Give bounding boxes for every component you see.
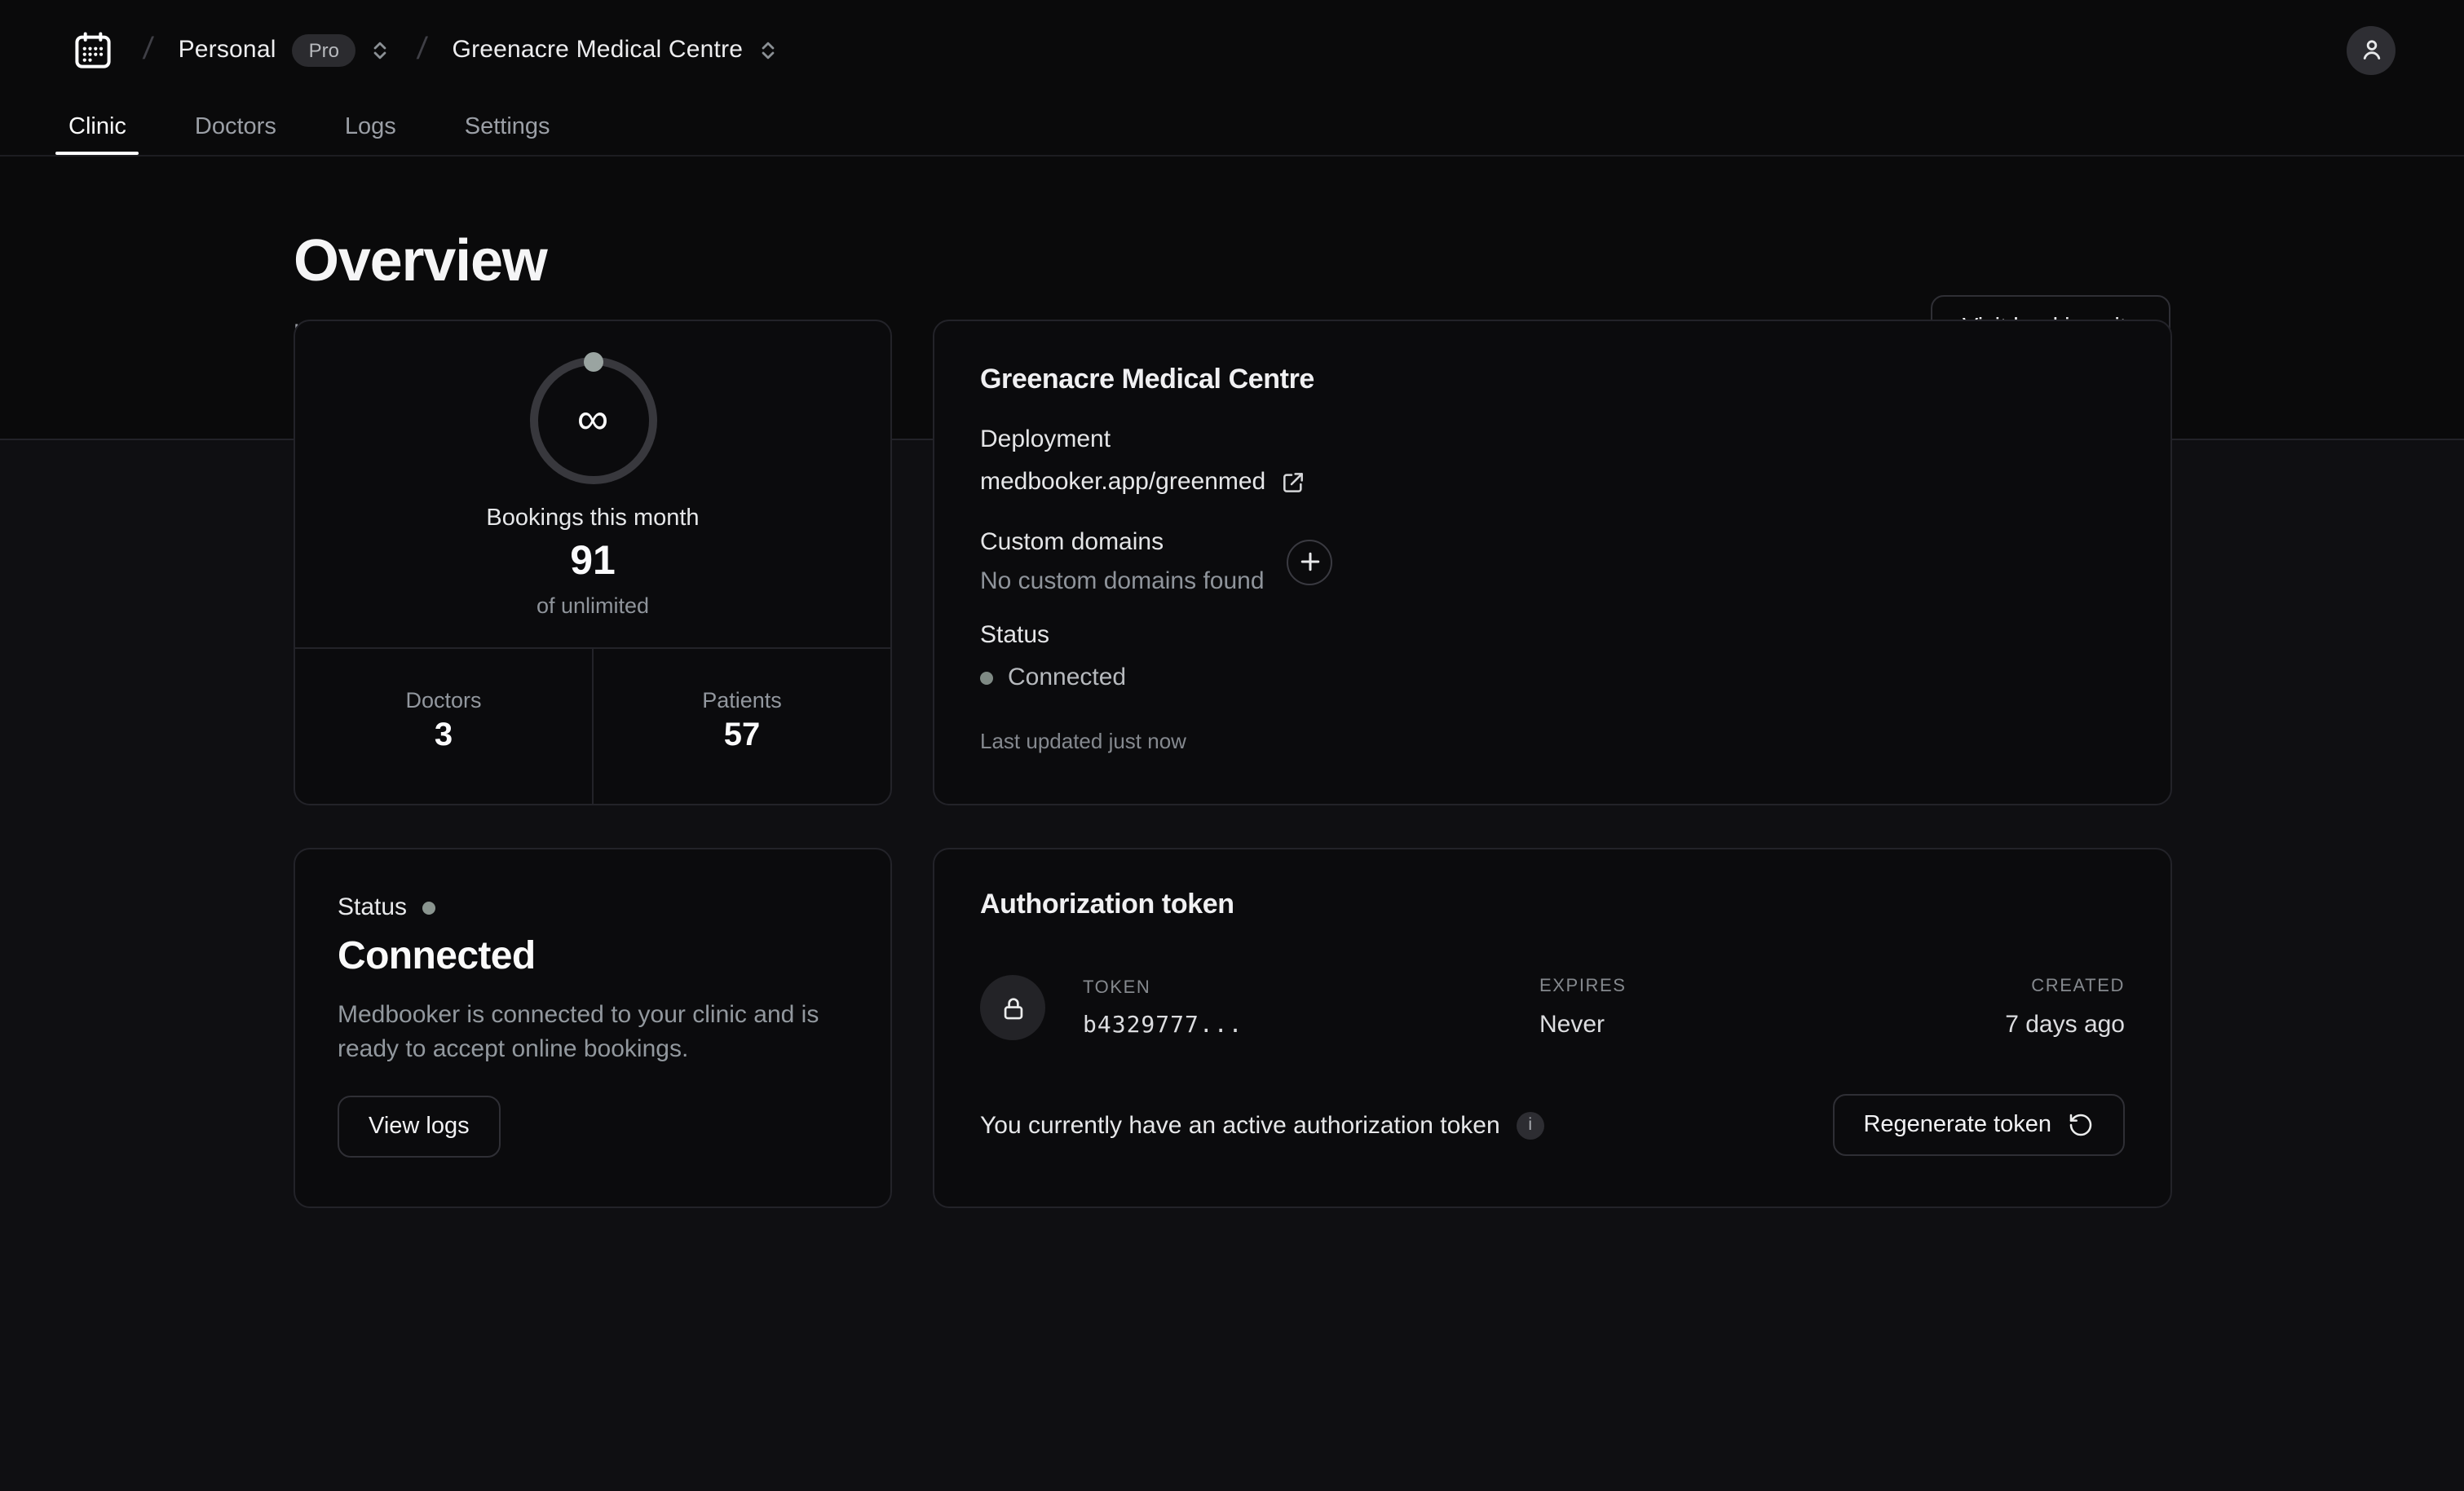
connection-status-value: Connected bbox=[338, 934, 848, 980]
breadcrumb-separator: / bbox=[415, 32, 429, 68]
token-value: b4329777... bbox=[1083, 1012, 1539, 1038]
custom-domains-label: Custom domains bbox=[980, 528, 1265, 556]
lock-icon bbox=[999, 994, 1027, 1021]
plus-icon bbox=[1300, 551, 1321, 572]
breadcrumb-clinic[interactable]: Greenacre Medical Centre bbox=[453, 36, 744, 64]
bookings-metric-sub: of unlimited bbox=[537, 593, 649, 618]
view-logs-button[interactable]: View logs bbox=[338, 1096, 501, 1158]
gauge-progress-dot bbox=[583, 352, 603, 372]
clinic-switcher-chevrons-icon[interactable] bbox=[756, 38, 779, 61]
bookings-metric-label: Bookings this month bbox=[486, 505, 699, 532]
breadcrumb-account[interactable]: Personal bbox=[179, 36, 276, 64]
add-domain-button[interactable] bbox=[1287, 539, 1333, 584]
token-column-label: TOKEN bbox=[1083, 977, 1539, 997]
app-logo-calendar-icon[interactable] bbox=[68, 25, 117, 74]
user-avatar[interactable] bbox=[2347, 25, 2396, 74]
custom-domains-empty-text: No custom domains found bbox=[980, 567, 1265, 595]
authorization-token-card: Authorization token TOKEN b4329777... EX… bbox=[933, 848, 2172, 1208]
status-card-label: Status bbox=[338, 893, 407, 921]
deployment-link[interactable]: medbooker.app/greenmed bbox=[980, 468, 1306, 496]
deployment-url[interactable]: medbooker.app/greenmed bbox=[980, 468, 1265, 496]
doctors-stat-label: Doctors bbox=[405, 688, 481, 712]
token-card-title: Authorization token bbox=[980, 889, 2125, 921]
last-updated-text: Last updated just now bbox=[980, 729, 2125, 753]
active-token-text: You currently have an active authorizati… bbox=[980, 1111, 1500, 1139]
info-icon[interactable]: i bbox=[1517, 1111, 1544, 1139]
status-dot bbox=[980, 671, 993, 684]
clinic-card-title: Greenacre Medical Centre bbox=[980, 364, 2125, 396]
created-column-label: CREATED bbox=[2005, 977, 2125, 996]
status-dot bbox=[422, 901, 435, 914]
patients-stat-value: 57 bbox=[724, 717, 761, 755]
created-value: 7 days ago bbox=[2005, 1011, 2125, 1039]
patients-stat-label: Patients bbox=[702, 688, 782, 712]
deployment-label: Deployment bbox=[980, 426, 2125, 453]
regenerate-token-button[interactable]: Regenerate token bbox=[1832, 1094, 2125, 1156]
external-link-icon bbox=[1280, 469, 1306, 495]
lock-badge bbox=[980, 975, 1045, 1040]
infinity-symbol: ∞ bbox=[577, 397, 609, 444]
tab-settings[interactable]: Settings bbox=[455, 99, 560, 155]
expires-value: Never bbox=[1539, 1011, 2005, 1039]
clinic-card: Greenacre Medical Centre Deployment medb… bbox=[933, 320, 2172, 805]
plan-badge: Pro bbox=[293, 33, 355, 66]
doctors-stat: Doctors 3 bbox=[295, 649, 592, 804]
connection-status-card: Status Connected Medbooker is connected … bbox=[294, 848, 892, 1208]
rotate-ccw-icon bbox=[2068, 1112, 2094, 1138]
tab-bar: Clinic Doctors Logs Settings bbox=[0, 99, 2464, 155]
clinic-status-value: Connected bbox=[1008, 664, 1126, 691]
tab-logs[interactable]: Logs bbox=[335, 99, 406, 155]
bookings-gauge: ∞ bbox=[529, 357, 656, 484]
bookings-metric-value: 91 bbox=[570, 538, 616, 585]
regenerate-token-label: Regenerate token bbox=[1863, 1112, 2051, 1138]
usage-card: ∞ Bookings this month 91 of unlimited Do… bbox=[294, 320, 892, 805]
doctors-stat-value: 3 bbox=[435, 717, 453, 755]
tab-clinic[interactable]: Clinic bbox=[59, 99, 136, 155]
account-switcher-chevrons-icon[interactable] bbox=[369, 38, 391, 61]
cards-grid: ∞ Bookings this month 91 of unlimited Do… bbox=[294, 320, 2170, 1208]
expires-column-label: EXPIRES bbox=[1539, 977, 2005, 996]
patients-stat: Patients 57 bbox=[592, 649, 890, 804]
app-root: / Personal Pro / Greenacre Medical Centr… bbox=[0, 0, 2464, 1491]
connection-status-description: Medbooker is connected to your clinic an… bbox=[338, 999, 848, 1067]
breadcrumb-separator: / bbox=[141, 32, 155, 68]
tab-doctors[interactable]: Doctors bbox=[185, 99, 286, 155]
clinic-status-label: Status bbox=[980, 621, 2125, 649]
top-navigation: / Personal Pro / Greenacre Medical Centr… bbox=[0, 0, 2464, 157]
page-title: Overview bbox=[294, 227, 547, 295]
